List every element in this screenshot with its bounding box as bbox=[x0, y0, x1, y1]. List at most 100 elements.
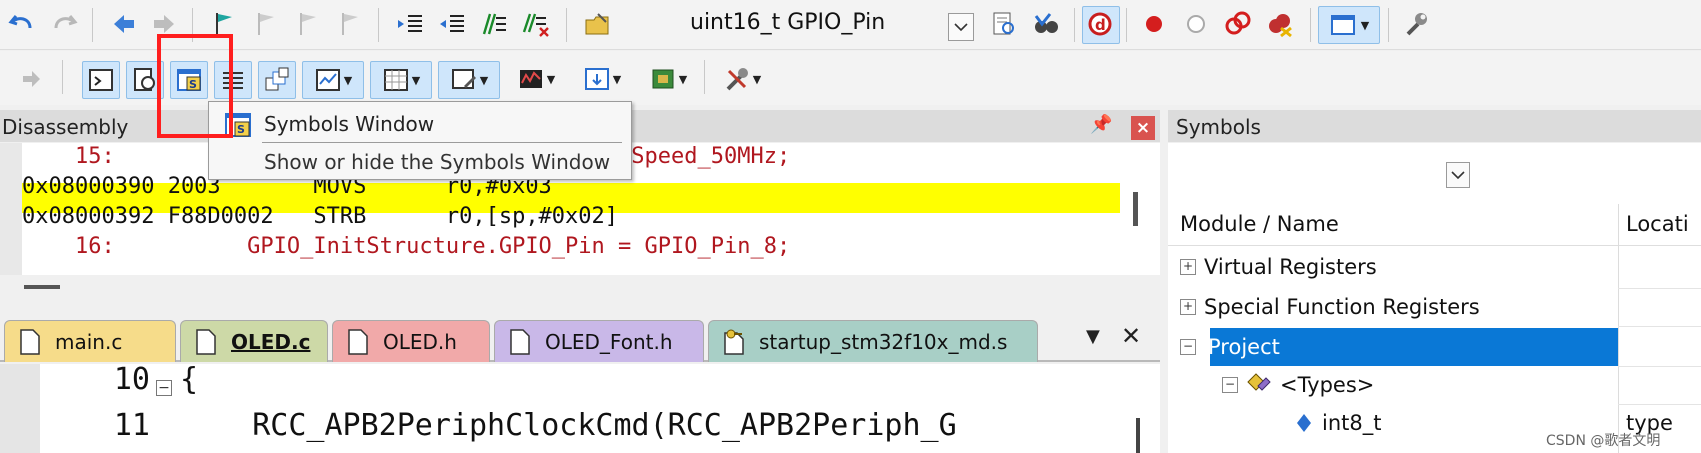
file-icon bbox=[348, 328, 368, 355]
tree-item-project[interactable]: − Project bbox=[1180, 328, 1280, 366]
comment-button[interactable] bbox=[476, 6, 512, 42]
memory-window-icon bbox=[383, 69, 408, 91]
tree-item-label: int8_t bbox=[1322, 411, 1382, 435]
caret-down-icon: ▼ bbox=[1360, 18, 1370, 32]
disassembly-footer bbox=[0, 276, 1160, 316]
column-divider[interactable] bbox=[1618, 204, 1619, 453]
navigate-back-button[interactable] bbox=[106, 6, 142, 42]
find-target-dropdown-button[interactable] bbox=[948, 13, 974, 41]
disassembly-hscroll[interactable] bbox=[24, 285, 60, 289]
debug-session-icon: d bbox=[1088, 12, 1112, 36]
undo-button[interactable] bbox=[4, 6, 40, 42]
column-header-location[interactable]: Locati bbox=[1626, 212, 1689, 236]
redo-button[interactable] bbox=[46, 6, 82, 42]
collapse-icon[interactable]: − bbox=[1222, 377, 1238, 393]
start-stop-debug-button[interactable]: d bbox=[1082, 6, 1120, 44]
tab-main-c[interactable]: main.c bbox=[4, 320, 176, 362]
next-bookmark-button[interactable] bbox=[290, 6, 326, 42]
browse-button[interactable] bbox=[1028, 6, 1064, 42]
expand-icon[interactable]: + bbox=[1180, 299, 1196, 315]
tab-oled-h[interactable]: OLED.h bbox=[332, 320, 490, 362]
tree-item-label: <Types> bbox=[1280, 373, 1375, 397]
tree-item-sfr[interactable]: + Special Function Registers bbox=[1180, 288, 1480, 326]
toolbar-separator bbox=[566, 8, 567, 42]
tab-label: OLED.c bbox=[231, 329, 311, 354]
row-gridline bbox=[1618, 366, 1701, 367]
document-find-icon bbox=[993, 12, 1014, 35]
caret-down-icon: ▼ bbox=[752, 72, 762, 86]
line-number: 10 bbox=[113, 362, 150, 397]
find-target-combo[interactable]: uint16_t GPIO_Pin bbox=[690, 10, 885, 35]
code-line: RCC_APB2PeriphClockCmd(RCC_APB2Periph_G bbox=[180, 408, 957, 443]
column-header-name[interactable]: Module / Name bbox=[1180, 212, 1339, 236]
chip-icon bbox=[652, 69, 674, 89]
tree-item-types[interactable]: − <Types> bbox=[1222, 366, 1374, 404]
fold-collapse-icon[interactable]: − bbox=[156, 380, 172, 396]
pin-icon[interactable]: 📌 bbox=[1090, 114, 1112, 135]
window-layout-button[interactable]: ▼ bbox=[1318, 6, 1380, 44]
svg-text:d: d bbox=[1095, 16, 1106, 34]
asm-line: 0x08000392 F88D0002 STRB r0,[sp,#0x02] bbox=[22, 204, 619, 229]
binoculars-icon bbox=[1034, 13, 1058, 33]
symbols-title: Symbols bbox=[1176, 115, 1261, 139]
expand-icon[interactable]: + bbox=[1180, 259, 1196, 275]
call-stack-window-button[interactable] bbox=[258, 61, 296, 99]
logic-analyzer-icon bbox=[519, 70, 542, 88]
tools-icon bbox=[726, 68, 748, 91]
tree-item-label: Special Function Registers bbox=[1204, 295, 1480, 319]
uncomment-button[interactable] bbox=[518, 6, 554, 42]
toolbar-separator bbox=[92, 8, 93, 42]
disassembly-close-button[interactable]: × bbox=[1131, 116, 1155, 140]
type-diamond-icon bbox=[1297, 414, 1311, 432]
highlight-annotation-box bbox=[157, 34, 233, 138]
breakpoint-disabled-icon bbox=[1187, 15, 1205, 33]
tree-item-virtual-registers[interactable]: + Virtual Registers bbox=[1180, 248, 1377, 286]
configure-button[interactable] bbox=[1398, 6, 1434, 42]
serial-windows-button[interactable]: ▼ bbox=[438, 61, 500, 99]
memory-windows-button[interactable]: ▼ bbox=[370, 61, 432, 99]
tree-item-int8[interactable]: int8_t bbox=[1296, 404, 1381, 442]
toolbox-button[interactable]: ▼ bbox=[712, 61, 772, 97]
kill-all-breakpoints-button[interactable] bbox=[1262, 6, 1298, 42]
collapse-icon[interactable]: − bbox=[1180, 339, 1196, 355]
arrow-right-gray-icon bbox=[23, 71, 40, 87]
tab-label: OLED_Font.h bbox=[545, 329, 673, 354]
incremental-find-button[interactable] bbox=[986, 6, 1022, 42]
system-viewer-button[interactable]: ▼ bbox=[638, 61, 698, 97]
find-in-files-button[interactable] bbox=[580, 6, 616, 42]
tooltip-description: Show or hide the Symbols Window bbox=[264, 150, 611, 174]
close-tab-button[interactable]: ✕ bbox=[1121, 322, 1141, 350]
caret-down-icon: ▼ bbox=[546, 72, 556, 86]
tab-oled-font-h[interactable]: OLED_Font.h bbox=[494, 320, 704, 362]
unindent-button[interactable] bbox=[434, 6, 470, 42]
tab-list-dropdown[interactable]: ▼ bbox=[1086, 326, 1100, 347]
enable-breakpoint-button[interactable] bbox=[1178, 6, 1214, 42]
command-window-icon bbox=[89, 69, 113, 91]
tab-oled-c[interactable]: OLED.c bbox=[180, 320, 328, 362]
line-number: 11 bbox=[113, 408, 150, 443]
step-button[interactable] bbox=[14, 61, 50, 97]
prev-bookmark-button[interactable] bbox=[248, 6, 284, 42]
disable-all-breakpoints-button[interactable] bbox=[1220, 6, 1256, 42]
toolbar-separator bbox=[1074, 8, 1075, 42]
editor-gutter bbox=[0, 364, 40, 453]
indent-icon bbox=[398, 15, 422, 32]
debug-toolbar bbox=[0, 51, 1701, 105]
command-window-button[interactable] bbox=[82, 61, 120, 99]
watch-windows-button[interactable]: ▼ bbox=[302, 61, 364, 99]
indent-button[interactable] bbox=[392, 6, 428, 42]
editor-vscroll[interactable] bbox=[1136, 418, 1140, 453]
watermark: CSDN @歌者文明 bbox=[1546, 433, 1661, 449]
watch-window-icon bbox=[315, 69, 340, 91]
toolbar-separator bbox=[1126, 8, 1127, 42]
trace-windows-button[interactable]: ▼ bbox=[572, 61, 632, 97]
insert-breakpoint-button[interactable] bbox=[1136, 6, 1172, 42]
flag-prev-icon bbox=[258, 13, 274, 35]
flag-clear-icon bbox=[342, 13, 358, 35]
symbols-filter-dropdown[interactable] bbox=[1446, 162, 1470, 188]
analysis-windows-button[interactable]: ▼ bbox=[506, 61, 566, 97]
tab-startup-s[interactable]: startup_stm32f10x_md.s bbox=[708, 320, 1038, 362]
call-stack-icon bbox=[265, 67, 289, 91]
clear-bookmarks-button[interactable] bbox=[332, 6, 368, 42]
disassembly-vscroll[interactable] bbox=[1133, 192, 1138, 226]
